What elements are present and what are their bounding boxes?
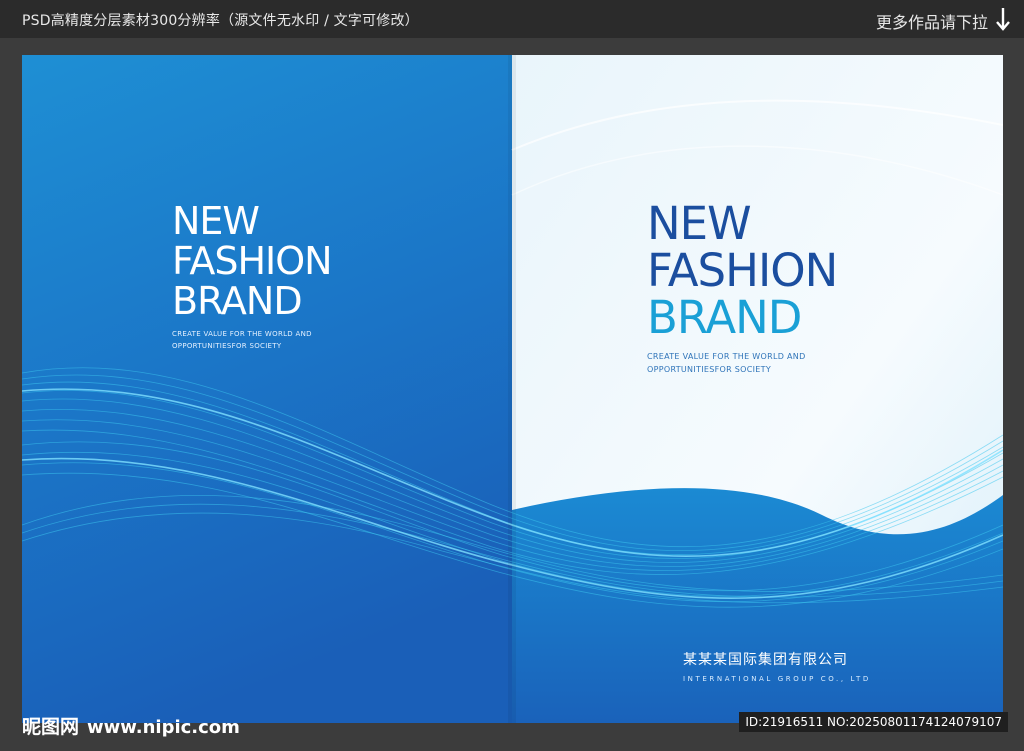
more-works-link[interactable]: 更多作品请下拉 <box>876 9 988 33</box>
left-cover-title: NEW FASHION BRAND CREATE VALUE FOR THE W… <box>172 199 333 352</box>
right-cover-title: NEW FASHION BRAND CREATE VALUE FOR THE W… <box>647 197 838 376</box>
right-title-line-2: FASHION <box>647 244 838 297</box>
site-watermark: 昵图网 www.nipic.com <box>22 712 240 739</box>
right-title-line-3: BRAND <box>647 291 802 344</box>
right-subtitle: CREATE VALUE FOR THE WORLD AND OPPORTUNI… <box>647 350 837 376</box>
left-cover-bg <box>22 55 512 723</box>
resolution-note: PSD高精度分层素材300分辨率（源文件无水印 / 文字可修改） <box>22 13 419 29</box>
right-subtitle-line-1: CREATE VALUE FOR THE WORLD AND <box>647 352 806 361</box>
left-title-line-2: FASHION <box>172 239 333 283</box>
right-subtitle-line-2: OPPORTUNITIESFOR SOCIETY <box>647 365 772 374</box>
watermark-logo: 昵图网 <box>22 716 80 738</box>
company-name-block: 某某某国际集团有限公司 INTERNATIONAL GROUP CO., LTD <box>683 649 871 683</box>
watermark-url: www.nipic.com <box>87 717 240 738</box>
preview-frame: PSD高精度分层素材300分辨率（源文件无水印 / 文字可修改） 更多作品请下拉 <box>0 0 1024 751</box>
brochure-spread: NEW FASHION BRAND CREATE VALUE FOR THE W… <box>22 55 1003 723</box>
left-subtitle-line-1: CREATE VALUE FOR THE WORLD AND <box>172 330 312 338</box>
left-title-line-3: BRAND <box>172 279 303 323</box>
left-title-line-1: NEW <box>172 199 260 243</box>
image-id-label: ID:21916511 NO:20250801174124079107 <box>739 712 1008 732</box>
left-subtitle: CREATE VALUE FOR THE WORLD AND OPPORTUNI… <box>172 328 332 352</box>
cover-artwork <box>22 55 1003 723</box>
company-name-cn: 某某某国际集团有限公司 <box>683 652 848 668</box>
left-subtitle-line-2: OPPORTUNITIESFOR SOCIETY <box>172 342 282 350</box>
company-name-en: INTERNATIONAL GROUP CO., LTD <box>683 675 871 683</box>
down-arrow-icon[interactable] <box>994 6 1012 32</box>
right-title-line-1: NEW <box>647 197 752 250</box>
top-info-bar: PSD高精度分层素材300分辨率（源文件无水印 / 文字可修改） 更多作品请下拉 <box>0 0 1024 38</box>
